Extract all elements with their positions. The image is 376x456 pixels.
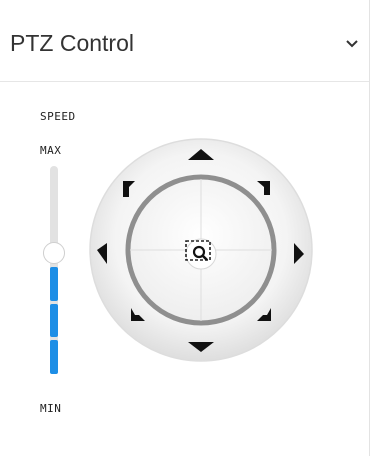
slider-handle[interactable] bbox=[43, 242, 65, 265]
slider-fill-segment bbox=[50, 303, 58, 338]
max-label: MAX bbox=[40, 144, 62, 157]
slider-fill-segment bbox=[50, 267, 58, 301]
min-label: MIN bbox=[40, 402, 62, 415]
speed-label: SPEED bbox=[40, 110, 76, 123]
slider-fill-segment bbox=[50, 340, 58, 374]
ptz-joystick[interactable] bbox=[88, 137, 314, 363]
zoom-area-icon[interactable] bbox=[185, 238, 217, 270]
ptz-control-panel: PTZ Control SPEED MAX MIN bbox=[0, 0, 370, 456]
panel-header[interactable]: PTZ Control bbox=[0, 0, 369, 82]
panel-title: PTZ Control bbox=[10, 30, 134, 56]
speed-slider[interactable] bbox=[43, 166, 65, 374]
chevron-down-icon[interactable] bbox=[343, 34, 361, 52]
